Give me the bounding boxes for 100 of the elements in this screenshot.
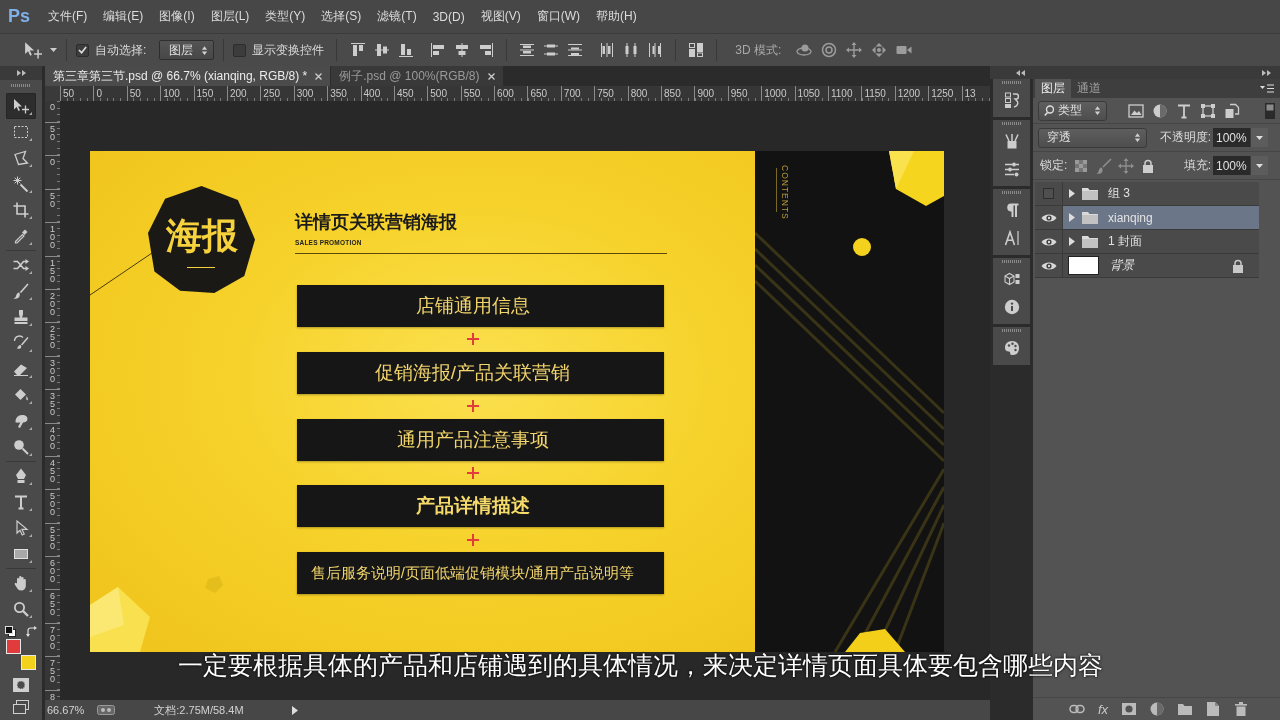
- eye-icon[interactable]: [1040, 260, 1057, 271]
- layer-row[interactable]: 1 封面: [1063, 230, 1259, 253]
- orbit-icon[interactable]: [796, 42, 813, 58]
- visibility-toggle[interactable]: [1043, 188, 1054, 199]
- slide-arrows-icon[interactable]: [871, 42, 888, 58]
- arrow-right-icon[interactable]: [291, 705, 298, 715]
- quick-mask-icon[interactable]: [13, 678, 29, 692]
- fx-button[interactable]: fx: [1096, 701, 1109, 717]
- tool-button[interactable]: [6, 93, 36, 119]
- fill-field[interactable]: 100%: [1213, 156, 1250, 175]
- collapse-icon[interactable]: [1016, 69, 1025, 76]
- menu-item[interactable]: 帮助(H): [588, 5, 645, 28]
- opacity-stepper[interactable]: [1250, 128, 1268, 147]
- menu-item[interactable]: 编辑(E): [95, 5, 152, 28]
- grip-icon[interactable]: [1001, 191, 1022, 194]
- panel-menu-icon[interactable]: [1260, 84, 1274, 93]
- layer-row[interactable]: 组 3: [1063, 182, 1259, 205]
- swap-arrow-icon[interactable]: [26, 625, 37, 637]
- checkbox[interactable]: [76, 43, 89, 57]
- swatch-icon[interactable]: [21, 655, 36, 670]
- document-tab[interactable]: 例子.psd @ 100%(RGB/8): [331, 66, 504, 86]
- info-icon[interactable]: [1003, 299, 1020, 315]
- distribute-icon[interactable]: [599, 42, 616, 58]
- filter-toggle[interactable]: [1265, 102, 1275, 119]
- move-arrows-icon[interactable]: [846, 42, 863, 58]
- disclosure-triangle-icon[interactable]: [1069, 237, 1075, 246]
- brushes-cup-icon[interactable]: [1003, 133, 1020, 149]
- image-filter-icon[interactable]: [1128, 102, 1144, 119]
- checkbox[interactable]: [233, 43, 247, 57]
- auto-align-icon[interactable]: [688, 42, 705, 58]
- trash-icon[interactable]: [1233, 701, 1249, 717]
- grip-icon[interactable]: [1001, 260, 1022, 263]
- roll-icon[interactable]: [821, 42, 838, 58]
- history-icon[interactable]: [1003, 92, 1020, 108]
- smart-object-icon[interactable]: [1224, 102, 1240, 119]
- screens-icon[interactable]: [13, 700, 29, 714]
- ruler-label: 100: [163, 88, 180, 99]
- crossed-arrows-icon: [13, 257, 29, 273]
- distribute-icon[interactable]: [623, 42, 640, 58]
- half-circle-icon[interactable]: [1152, 102, 1168, 119]
- grip-icon[interactable]: [1001, 81, 1022, 84]
- expand-icon[interactable]: [16, 70, 26, 76]
- layer-row[interactable]: 背景: [1063, 254, 1259, 277]
- close-icon[interactable]: [315, 72, 323, 80]
- expand-icon[interactable]: [1262, 69, 1271, 76]
- character-icon[interactable]: [1003, 230, 1020, 246]
- eye-icon[interactable]: [1040, 236, 1057, 247]
- distribute-icon[interactable]: [567, 42, 584, 58]
- menu-item[interactable]: 窗口(W): [528, 5, 588, 28]
- ruler-label: 50: [49, 125, 56, 141]
- panel-tab[interactable]: 通道: [1071, 79, 1107, 98]
- document-tab[interactable]: 第三章第三节.psd @ 66.7% (xianqing, RGB/8) *: [45, 66, 332, 86]
- menu-item[interactable]: 图层(L): [202, 5, 258, 28]
- layer-row[interactable]: xianqing: [1063, 206, 1259, 229]
- align-icon[interactable]: [374, 42, 391, 58]
- panel-tab[interactable]: 图层: [1035, 79, 1071, 98]
- menu-item[interactable]: 文件(F): [40, 5, 96, 28]
- new-layer-icon[interactable]: [1205, 701, 1221, 717]
- menu-item[interactable]: 视图(V): [472, 5, 529, 28]
- align-icon[interactable]: [398, 42, 415, 58]
- menu-item[interactable]: 滤镜(T): [369, 5, 425, 28]
- cube-icon[interactable]: [1003, 271, 1020, 287]
- status-toggle-icon[interactable]: [97, 705, 116, 715]
- default-colors-icon[interactable]: [5, 625, 16, 637]
- distribute-icon[interactable]: [543, 42, 560, 58]
- close-icon[interactable]: [487, 72, 495, 80]
- layer-select-dropdown[interactable]: 图层: [159, 40, 215, 60]
- caret-icon[interactable]: [50, 48, 57, 52]
- align-icon[interactable]: [454, 42, 471, 58]
- grip-icon[interactable]: [1001, 329, 1022, 332]
- menu-item[interactable]: 选择(S): [313, 5, 370, 28]
- type-filter-icon[interactable]: [1176, 102, 1192, 119]
- shape-filter-icon[interactable]: [1200, 102, 1216, 119]
- fill-stepper[interactable]: [1250, 156, 1268, 175]
- distribute-icon[interactable]: [647, 42, 664, 58]
- filter-dropdown[interactable]: 类型: [1038, 100, 1107, 121]
- eye-icon[interactable]: [1040, 212, 1057, 223]
- ruler-label: 100: [49, 225, 56, 250]
- swatch-icon[interactable]: [6, 639, 21, 654]
- opacity-field[interactable]: 100%: [1213, 128, 1250, 147]
- blend-mode-dropdown[interactable]: 穿透: [1038, 127, 1147, 148]
- mask-icon[interactable]: [1121, 701, 1137, 717]
- disclosure-triangle-icon[interactable]: [1069, 213, 1075, 222]
- move-icon[interactable]: [24, 41, 42, 59]
- sliders-icon[interactable]: [1003, 161, 1020, 177]
- align-icon[interactable]: [430, 42, 447, 58]
- menu-item[interactable]: 图像(I): [151, 5, 203, 28]
- menu-item[interactable]: 类型(Y): [257, 5, 314, 28]
- ruler-label: 150: [49, 258, 56, 283]
- grip-icon[interactable]: [1001, 122, 1022, 125]
- grip-icon[interactable]: [11, 84, 31, 87]
- ruler-label: 300: [296, 88, 314, 99]
- folder-icon[interactable]: [1177, 701, 1193, 717]
- palette-icon[interactable]: [1003, 340, 1020, 356]
- align-icon[interactable]: [478, 42, 495, 58]
- align-icon[interactable]: [350, 42, 367, 58]
- menu-item[interactable]: 3D(D): [424, 5, 473, 28]
- half-circle-icon[interactable]: [1149, 701, 1165, 717]
- distribute-icon[interactable]: [519, 42, 536, 58]
- disclosure-triangle-icon[interactable]: [1069, 189, 1075, 198]
